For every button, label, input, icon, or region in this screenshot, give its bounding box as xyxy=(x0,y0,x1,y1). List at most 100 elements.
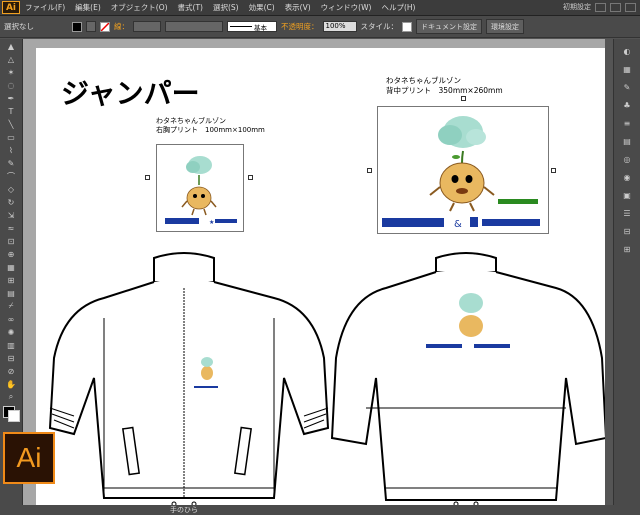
maximize-button[interactable] xyxy=(610,2,621,12)
transparency-panel-icon[interactable]: ◎ xyxy=(618,153,636,165)
menu-type[interactable]: 書式(T) xyxy=(173,2,208,13)
selection-status: 選択なし xyxy=(4,22,34,31)
opacity-field[interactable]: 100% xyxy=(322,21,357,32)
stroke-panel-icon[interactable]: ≡ xyxy=(618,117,636,129)
close-button[interactable] xyxy=(625,2,636,12)
svg-text:★: ★ xyxy=(209,219,214,226)
free-transform-tool-icon[interactable]: ⊡ xyxy=(2,235,20,247)
back-label-line2: 背中プリント 350mm×260mm xyxy=(386,86,503,95)
stroke-swatch[interactable] xyxy=(100,21,110,32)
column-graph-tool-icon[interactable]: ▥ xyxy=(2,339,20,351)
chest-label-line2: 右胸プリント 100mm×100mm xyxy=(156,126,265,134)
width-tool-icon[interactable]: ≈ xyxy=(2,222,20,234)
artboard: ジャンパー わタネちゃんブルゾン 右胸プリント 100mm×100mm わタネち… xyxy=(36,48,612,506)
jacket-back-drawing xyxy=(330,252,608,506)
canvas-area[interactable]: ジャンパー わタネちゃんブルゾン 右胸プリント 100mm×100mm わタネち… xyxy=(23,39,614,506)
control-bar: 選択なし 線： 基本 不透明度： 100% スタイル： ドキュメント設定 環境設… xyxy=(0,16,640,38)
stroke-color-box[interactable] xyxy=(8,410,20,422)
handle-back-left[interactable] xyxy=(367,168,372,173)
menu-effect[interactable]: 効果(C) xyxy=(244,2,280,13)
menu-help[interactable]: ヘルプ(H) xyxy=(376,2,420,13)
rotate-tool-icon[interactable]: ↻ xyxy=(2,196,20,208)
gradient-tool-icon[interactable]: ▤ xyxy=(2,287,20,299)
chest-label-line1: わタネちゃんブルゾン xyxy=(156,117,226,125)
blob-brush-tool-icon[interactable]: ⌒ xyxy=(2,170,20,182)
swatches-panel-icon[interactable]: ▦ xyxy=(618,63,636,75)
selection-tool-icon[interactable]: ▲ xyxy=(2,40,20,52)
app-logo-icon: Ai xyxy=(2,1,20,14)
graphic-style-swatch[interactable] xyxy=(402,21,412,32)
opacity-label: 不透明度： xyxy=(281,22,319,31)
mesh-tool-icon[interactable]: ⊞ xyxy=(2,274,20,286)
blend-tool-icon[interactable]: ∞ xyxy=(2,313,20,325)
back-mascot-illustration: & xyxy=(382,116,540,230)
vertical-scrollbar[interactable] xyxy=(605,39,613,505)
stroke-style-dropdown[interactable]: 基本 xyxy=(227,21,277,32)
pen-tool-icon[interactable]: ✒ xyxy=(2,92,20,104)
brushes-panel-icon[interactable]: ✎ xyxy=(618,81,636,93)
handle-left[interactable] xyxy=(145,175,150,180)
menu-edit[interactable]: 編集(E) xyxy=(70,2,106,13)
shape-builder-tool-icon[interactable]: ⊕ xyxy=(2,248,20,260)
fill-dropdown[interactable] xyxy=(86,21,96,32)
preferences-button[interactable]: 環境設定 xyxy=(486,19,524,34)
workspace-switcher[interactable]: 初期設定 xyxy=(563,2,591,12)
jacket-front-drawing xyxy=(48,252,330,506)
artboard-tool-icon[interactable]: ⊟ xyxy=(2,352,20,364)
paintbrush-tool-icon[interactable]: ⌇ xyxy=(2,144,20,156)
chest-print-label: わタネちゃんブルゾン 右胸プリント 100mm×100mm xyxy=(156,117,265,135)
handle-back-top[interactable] xyxy=(461,96,466,101)
appearance-panel-icon[interactable]: ◉ xyxy=(618,171,636,183)
fill-swatch[interactable] xyxy=(72,21,82,32)
artboards-panel-icon[interactable]: ⊟ xyxy=(618,225,636,237)
handle-back-right[interactable] xyxy=(551,168,556,173)
illustrator-logo: Ai xyxy=(3,432,55,484)
color-panel-icon[interactable]: ◐ xyxy=(618,45,636,57)
menu-select[interactable]: 選択(S) xyxy=(208,2,244,13)
mascot-illustration: ★ xyxy=(165,156,237,226)
minimize-button[interactable] xyxy=(595,2,606,12)
panel-dock: ◐ ▦ ✎ ♣ ≡ ▤ ◎ ◉ ▣ ☰ ⊟ ⊞ xyxy=(613,39,640,515)
handle-right[interactable] xyxy=(248,175,253,180)
eyedropper-tool-icon[interactable]: ⌿ xyxy=(2,300,20,312)
chest-logo-artwork[interactable]: ★ xyxy=(156,144,244,232)
menu-view[interactable]: 表示(V) xyxy=(280,2,316,13)
layers-panel-icon[interactable]: ☰ xyxy=(618,207,636,219)
svg-text:&: & xyxy=(454,219,462,230)
eraser-tool-icon[interactable]: ◇ xyxy=(2,183,20,195)
scale-tool-icon[interactable]: ⇲ xyxy=(2,209,20,221)
slice-tool-icon[interactable]: ⊘ xyxy=(2,365,20,377)
direct-selection-tool-icon[interactable]: △ xyxy=(2,53,20,65)
perspective-grid-tool-icon[interactable]: ▦ xyxy=(2,261,20,273)
none-slash-icon xyxy=(101,22,109,31)
current-tool-status: 手のひら xyxy=(170,506,198,514)
fill-stroke-indicator[interactable] xyxy=(0,404,22,422)
pencil-tool-icon[interactable]: ✎ xyxy=(2,157,20,169)
menu-window[interactable]: ウィンドウ(W) xyxy=(316,2,377,13)
rectangle-tool-icon[interactable]: ▭ xyxy=(2,131,20,143)
variable-width-dropdown[interactable] xyxy=(165,21,223,32)
lasso-tool-icon[interactable]: ◌ xyxy=(2,79,20,91)
stroke-line-preview xyxy=(230,26,252,27)
graphic-styles-panel-icon[interactable]: ▣ xyxy=(618,189,636,201)
gradient-panel-icon[interactable]: ▤ xyxy=(618,135,636,147)
document-setup-button[interactable]: ドキュメント設定 xyxy=(416,19,482,34)
style-label: スタイル： xyxy=(360,22,399,31)
symbols-panel-icon[interactable]: ♣ xyxy=(618,99,636,111)
page-title: ジャンパー xyxy=(61,77,200,110)
type-tool-icon[interactable]: T xyxy=(2,105,20,117)
magic-wand-tool-icon[interactable]: ✶ xyxy=(2,66,20,78)
zoom-tool-icon[interactable]: ⌕ xyxy=(2,391,20,403)
align-panel-icon[interactable]: ⊞ xyxy=(618,243,636,255)
back-print-label: わタネちゃんブルゾン 背中プリント 350mm×260mm xyxy=(386,76,503,96)
status-bar: 手のひら xyxy=(0,505,640,515)
menu-object[interactable]: オブジェクト(O) xyxy=(106,2,173,13)
back-label-line1: わタネちゃんブルゾン xyxy=(386,76,461,85)
stroke-weight-field[interactable] xyxy=(133,21,161,32)
menu-file[interactable]: ファイル(F) xyxy=(20,2,70,13)
back-logo-artwork[interactable]: & xyxy=(377,106,549,234)
hand-tool-icon[interactable]: ✋ xyxy=(2,378,20,390)
symbol-sprayer-tool-icon[interactable]: ✺ xyxy=(2,326,20,338)
stroke-style-label: 基本 xyxy=(254,23,267,32)
line-tool-icon[interactable]: ╲ xyxy=(2,118,20,130)
